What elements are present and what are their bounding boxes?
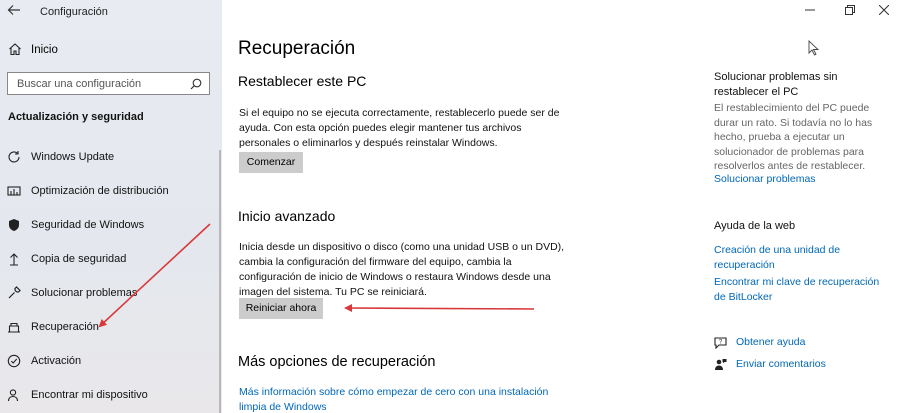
sidebar-item-troubleshoot[interactable]: Solucionar problemas <box>0 283 218 305</box>
more-options-heading: Más opciones de recuperación <box>238 354 436 370</box>
help-chat-icon: ? <box>714 337 727 349</box>
clean-install-link[interactable]: Más información sobre cómo empezar de ce… <box>239 385 549 413</box>
search-icon[interactable] <box>190 78 202 90</box>
minimize-icon <box>805 9 815 11</box>
sidebar-item-label: Optimización de distribución <box>31 185 169 197</box>
sidebar-item-label: Inicio <box>31 44 58 56</box>
sidebar-item-label: Solucionar problemas <box>31 287 138 299</box>
page-title: Recuperación <box>238 38 356 59</box>
title-bar: Configuración <box>0 0 222 24</box>
reset-description: Si el equipo no se ejecuta correctamente… <box>239 107 560 149</box>
reset-heading: Restablecer este PC <box>238 73 367 89</box>
back-arrow-icon <box>7 5 20 15</box>
main-content: Recuperación Restablecer este PC Si el e… <box>222 0 900 413</box>
get-help-link[interactable]: ? Obtener ayuda <box>714 335 894 351</box>
sidebar-item-label: Windows Update <box>31 151 115 163</box>
shield-icon <box>9 219 19 231</box>
sidebar-scrollbar[interactable] <box>219 150 221 413</box>
app-title: Configuración <box>40 6 108 18</box>
refresh-icon <box>8 151 20 163</box>
feedback-label: Enviar comentarios <box>736 358 826 370</box>
person-location-icon <box>7 389 19 402</box>
troubleshoot-description: El restablecimiento del PC puede durar u… <box>714 102 873 172</box>
check-circle-icon <box>7 354 21 368</box>
feedback-link[interactable]: Enviar comentarios <box>714 357 894 373</box>
section-title: Actualización y seguridad <box>8 111 144 123</box>
minimize-button[interactable] <box>802 4 818 18</box>
close-button[interactable] <box>876 4 892 18</box>
restore-button[interactable] <box>842 4 858 18</box>
search-placeholder: Buscar una configuración <box>17 78 142 90</box>
sidebar-item-windows-security[interactable]: Seguridad de Windows <box>0 215 218 237</box>
troubleshoot-heading: Solucionar problemas sin restablecer el … <box>714 71 838 98</box>
sidebar-item-recovery[interactable]: Recuperación <box>0 317 218 339</box>
sidebar-item-label: Seguridad de Windows <box>31 219 145 231</box>
wrench-icon <box>8 286 21 299</box>
restart-now-button[interactable]: Reiniciar ahora <box>239 298 323 319</box>
sidebar-item-label: Activación <box>31 355 82 367</box>
sidebar-item-find-my-device[interactable]: Encontrar mi dispositivo <box>0 385 218 407</box>
bitlocker-key-link[interactable]: Encontrar mi clave de recuperación de Bi… <box>714 275 890 304</box>
start-reset-button[interactable]: Comenzar <box>239 152 303 173</box>
mouse-cursor-icon <box>808 40 820 56</box>
advanced-startup-description: Inicia desde un dispositivo o disco (com… <box>239 241 565 298</box>
web-help-heading: Ayuda de la web <box>714 220 796 232</box>
sidebar-item-activation[interactable]: Activación <box>0 351 218 373</box>
sidebar-item-backup[interactable]: Copia de seguridad <box>0 249 218 271</box>
back-button[interactable] <box>7 3 23 19</box>
search-input[interactable]: Buscar una configuración <box>7 72 210 95</box>
backup-arrow-icon <box>10 253 18 266</box>
restore-icon <box>845 5 855 15</box>
recovery-drive-link[interactable]: Creación de una unidad de recuperación <box>714 243 864 272</box>
sidebar-item-label: Recuperación <box>31 321 99 333</box>
delivery-optimization-icon <box>7 186 21 196</box>
feedback-person-icon <box>715 359 727 370</box>
sidebar-item-home[interactable]: Inicio <box>0 40 222 62</box>
sidebar-item-windows-update[interactable]: Windows Update <box>0 147 218 169</box>
sidebar-item-label: Encontrar mi dispositivo <box>31 389 148 401</box>
recovery-icon <box>8 322 20 333</box>
sidebar-item-delivery-optimization[interactable]: Optimización de distribución <box>0 181 218 203</box>
home-icon <box>9 43 21 56</box>
sidebar-item-label: Copia de seguridad <box>31 253 127 265</box>
get-help-label: Obtener ayuda <box>736 336 806 348</box>
close-icon <box>878 4 890 16</box>
troubleshoot-link[interactable]: Solucionar problemas <box>714 172 816 187</box>
advanced-startup-heading: Inicio avanzado <box>238 208 336 224</box>
sidebar: Configuración Inicio Buscar una configur… <box>0 0 222 413</box>
